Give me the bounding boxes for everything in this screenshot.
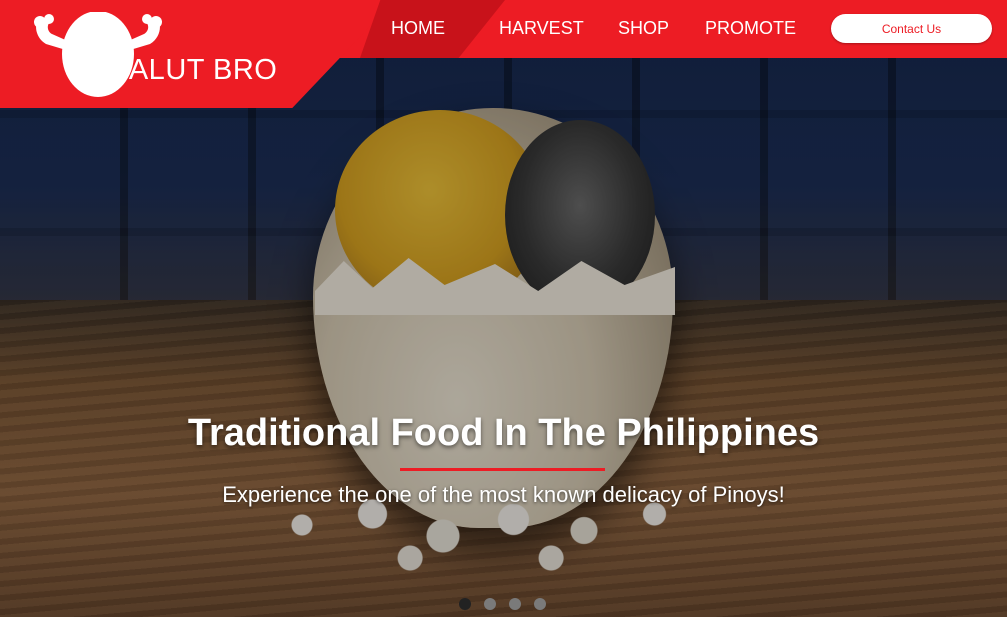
carousel-dot-1[interactable] bbox=[459, 598, 471, 610]
carousel-dot-3[interactable] bbox=[509, 598, 521, 610]
hero-title: Traditional Food In The Philippines bbox=[187, 412, 820, 454]
contact-us-button[interactable]: Contact Us bbox=[831, 14, 992, 43]
nav-promote[interactable]: PROMOTE bbox=[705, 18, 796, 40]
carousel-indicators bbox=[459, 598, 559, 610]
carousel-dot-4[interactable] bbox=[534, 598, 546, 610]
brand-name[interactable]: BALUT BRO bbox=[109, 54, 277, 87]
title-underline bbox=[400, 468, 605, 471]
nav-home[interactable]: HOME bbox=[391, 18, 445, 40]
nav-shop[interactable]: SHOP bbox=[618, 18, 669, 40]
carousel-dot-2[interactable] bbox=[484, 598, 496, 610]
hero-subtitle: Experience the one of the most known del… bbox=[222, 482, 785, 507]
nav-harvest[interactable]: HARVEST bbox=[499, 18, 584, 40]
